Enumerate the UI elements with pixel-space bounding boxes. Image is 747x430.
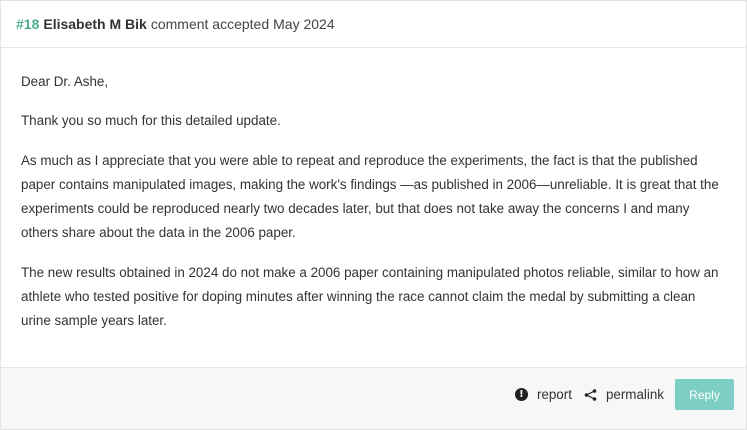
share-icon: [584, 388, 597, 401]
comment-footer: ! report permalink Reply: [1, 367, 746, 429]
report-link[interactable]: ! report: [514, 387, 572, 402]
comment-paragraph: The new results obtained in 2024 do not …: [21, 264, 719, 329]
permalink-link[interactable]: permalink: [584, 387, 664, 402]
comment-author[interactable]: Elisabeth M Bik: [43, 16, 146, 32]
alert-circle-icon: !: [514, 388, 528, 401]
comment-paragraph: As much as I appreciate that you were ab…: [21, 152, 719, 241]
comment-paragraph: Thank you so much for this detailed upda…: [21, 113, 281, 129]
comment-header: #18 Elisabeth M Bik comment accepted May…: [1, 1, 746, 48]
comment-body: Dear Dr. Ashe, Thank you so much for thi…: [1, 48, 746, 334]
comment-card: #18 Elisabeth M Bik comment accepted May…: [0, 0, 747, 430]
comment-number[interactable]: #18: [16, 16, 39, 32]
comment-actions: ! report permalink Reply: [514, 379, 734, 410]
comment-date: May 2024: [273, 16, 335, 32]
reply-button[interactable]: Reply: [675, 379, 734, 410]
comment-status: comment accepted: [150, 16, 270, 32]
report-label: report: [536, 387, 572, 402]
comment-paragraph: Dear Dr. Ashe,: [21, 74, 109, 89]
permalink-label: permalink: [605, 387, 664, 402]
